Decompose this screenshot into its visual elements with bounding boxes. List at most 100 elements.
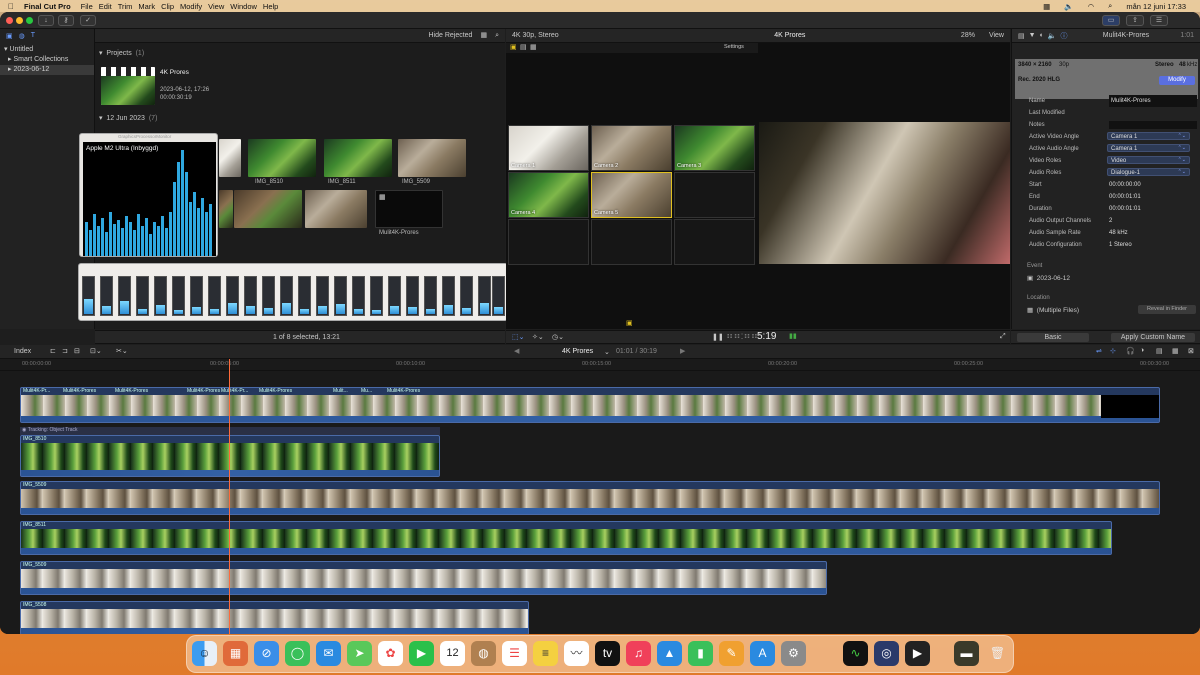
share-icon[interactable]: ⇪ (1126, 15, 1144, 26)
inspector-toggle-icon[interactable]: ☰ (1150, 15, 1168, 26)
final-cut-pro-icon[interactable]: ▶ (905, 641, 930, 666)
notes-icon[interactable]: ≡ (533, 641, 558, 666)
basic-popup[interactable]: Basic (1017, 333, 1089, 342)
layout-icon[interactable]: ▭ (1102, 15, 1120, 26)
gpu-monitor-window[interactable]: GraphicsProcessorMonitor Apple M2 Ultra … (79, 133, 218, 257)
clip-thumbnail-img8511[interactable] (324, 139, 392, 177)
enhance-icon[interactable]: ✧⌄ (532, 333, 544, 341)
clip-title[interactable]: Mulit4K-Pr... (221, 388, 248, 394)
keywords-icon[interactable]: ⚷ (58, 15, 74, 26)
headphones-icon[interactable]: 🎧 (1126, 347, 1135, 355)
pages-icon[interactable]: ✎ (719, 641, 744, 666)
keynote-icon[interactable]: ▲ (657, 641, 682, 666)
tool-select-icon[interactable]: ✂⌄ (116, 347, 128, 355)
messages-icon[interactable]: ◯ (285, 641, 310, 666)
history-back-icon[interactable]: ◀ (514, 347, 519, 355)
gpu-meters-window[interactable] (78, 263, 508, 321)
solo-icon[interactable]: ◑ (1140, 347, 1144, 354)
menu-help[interactable]: Help (263, 2, 278, 11)
clip-thumbnail[interactable] (305, 190, 367, 228)
track-img5509[interactable]: IMG_5509 (20, 481, 1160, 515)
insert-icon[interactable]: ⊐ (62, 347, 68, 355)
video-audio-switch-icon[interactable]: ▣ (510, 43, 517, 51)
recent-app-icon[interactable]: ▬ (954, 641, 979, 666)
fullscreen-icon[interactable]: ⤢ (1000, 333, 1006, 341)
library-smart-collections[interactable]: ▸ Smart Collections (0, 55, 94, 65)
skimming-icon[interactable]: ⊹ (1110, 347, 1116, 355)
search-icon[interactable]: ⌕ (495, 29, 499, 43)
angle-camera-2[interactable]: Camera 2 (591, 125, 672, 171)
snapping-icon[interactable]: ⇌ (1096, 347, 1102, 355)
angle-camera-1[interactable]: Camera 1 (508, 125, 589, 171)
titles-tab-icon[interactable]: T (31, 32, 35, 39)
track-img8511[interactable]: IMG_8511 (20, 521, 1112, 555)
clip-title[interactable]: Mulit... (333, 388, 348, 394)
modify-button[interactable]: Modify (1159, 76, 1195, 85)
menu-modify[interactable]: Modify (180, 2, 202, 11)
clip-thumbnail[interactable] (219, 190, 233, 228)
app-store-icon[interactable]: A (750, 641, 775, 666)
clip-title[interactable]: Mulit4K-Prores (259, 388, 292, 394)
timeline-ruler[interactable]: 00:00:00:00 00:00:05:00 00:00:10:00 00:0… (0, 359, 1200, 371)
apple-icon[interactable]:  (8, 2, 14, 11)
primary-storyline[interactable]: Mulit4K-Pr... Mulit4K-Prores Mulit4K-Pro… (20, 387, 1160, 423)
clip-thumbnail[interactable] (234, 190, 302, 228)
reveal-in-finder-button[interactable]: Reveal in Finder (1138, 305, 1196, 314)
reminders-icon[interactable]: ☰ (502, 641, 527, 666)
numbers-icon[interactable]: ▮ (688, 641, 713, 666)
freeform-icon[interactable]: 〰 (564, 641, 589, 666)
cinema4d-icon[interactable]: ◎ (874, 641, 899, 666)
facetime-icon[interactable]: ▶ (409, 641, 434, 666)
index-button[interactable]: Index (14, 348, 31, 355)
apply-custom-name-popup[interactable]: Apply Custom Name (1111, 333, 1195, 342)
clip-thumbnail-img5509[interactable] (398, 139, 466, 177)
background-tasks-icon[interactable]: ✓ (80, 15, 96, 26)
viewer-image[interactable] (759, 122, 1010, 264)
menu-file[interactable]: File (81, 2, 93, 11)
timeline-project-name[interactable]: 4K Prores (562, 348, 593, 355)
menu-app-name[interactable]: Final Cut Pro (24, 2, 71, 11)
menu-view[interactable]: View (208, 2, 224, 11)
system-settings-icon[interactable]: ⚙ (781, 641, 806, 666)
multicam-clip-thumbnail[interactable]: ▦ (375, 190, 443, 228)
wifi-icon[interactable]: ◠ (1088, 2, 1095, 11)
menu-edit[interactable]: Edit (99, 2, 112, 11)
speed-icon[interactable]: ◷⌄ (552, 333, 564, 341)
zoom-window-button[interactable] (26, 17, 33, 24)
filter-tab-icon[interactable]: ▼ (1029, 32, 1036, 39)
menu-clock[interactable]: mån 12 juni 17:33 (1126, 2, 1186, 11)
project-thumbnail[interactable] (101, 67, 155, 105)
launchpad-icon[interactable]: ▦ (223, 641, 248, 666)
angle-layout-icon[interactable]: ▦ (530, 43, 537, 51)
maps-icon[interactable]: ➤ (347, 641, 372, 666)
clip-thumbnail[interactable] (219, 139, 241, 177)
apple-tv-icon[interactable]: tv (595, 641, 620, 666)
angle-camera-3[interactable]: Camera 3 (674, 125, 755, 171)
effects-browser-icon[interactable]: ▦ (1172, 347, 1179, 355)
volume-icon[interactable]: 🔈 (1064, 2, 1073, 11)
gap-clip[interactable] (1101, 395, 1159, 418)
timeline-area[interactable]: Mulit4K-Pr... Mulit4K-Prores Mulit4K-Pro… (0, 371, 1200, 634)
append-icon[interactable]: ⊟ (74, 347, 80, 355)
music-icon[interactable]: ♫ (626, 641, 651, 666)
playhead[interactable] (229, 359, 230, 634)
track-img8510[interactable]: IMG_8510 (20, 435, 440, 477)
control-center-icon[interactable]: ▦ (1043, 2, 1050, 11)
clip-title[interactable]: Mulit4K-Prores (63, 388, 96, 394)
play-pause-icon[interactable]: ❚❚ (712, 333, 724, 341)
mail-icon[interactable]: ✉ (316, 641, 341, 666)
clip-title[interactable]: Mulit4K-Prores (387, 388, 420, 394)
zoom-popup[interactable]: 28% (961, 29, 975, 43)
safari-icon[interactable]: ⊘ (254, 641, 279, 666)
trash-icon[interactable]: 🗑 (985, 641, 1010, 666)
library-untitled[interactable]: ▾ Untitled (0, 45, 94, 55)
filmstrip-icon[interactable]: ▦ (480, 29, 487, 43)
color-tab-icon[interactable]: ◐ (1040, 32, 1044, 39)
clip-title[interactable]: Mu... (361, 388, 372, 394)
history-forward-icon[interactable]: ▶ (680, 347, 685, 355)
minimize-window-button[interactable] (16, 17, 23, 24)
notes-app-icon[interactable]: ◍ (471, 641, 496, 666)
tracking-bar[interactable]: ◉ Tracking: Object Track (20, 427, 440, 435)
info-tab-icon[interactable]: ▤ (1018, 32, 1025, 40)
photos-tab-icon[interactable]: ◍ (19, 32, 25, 40)
